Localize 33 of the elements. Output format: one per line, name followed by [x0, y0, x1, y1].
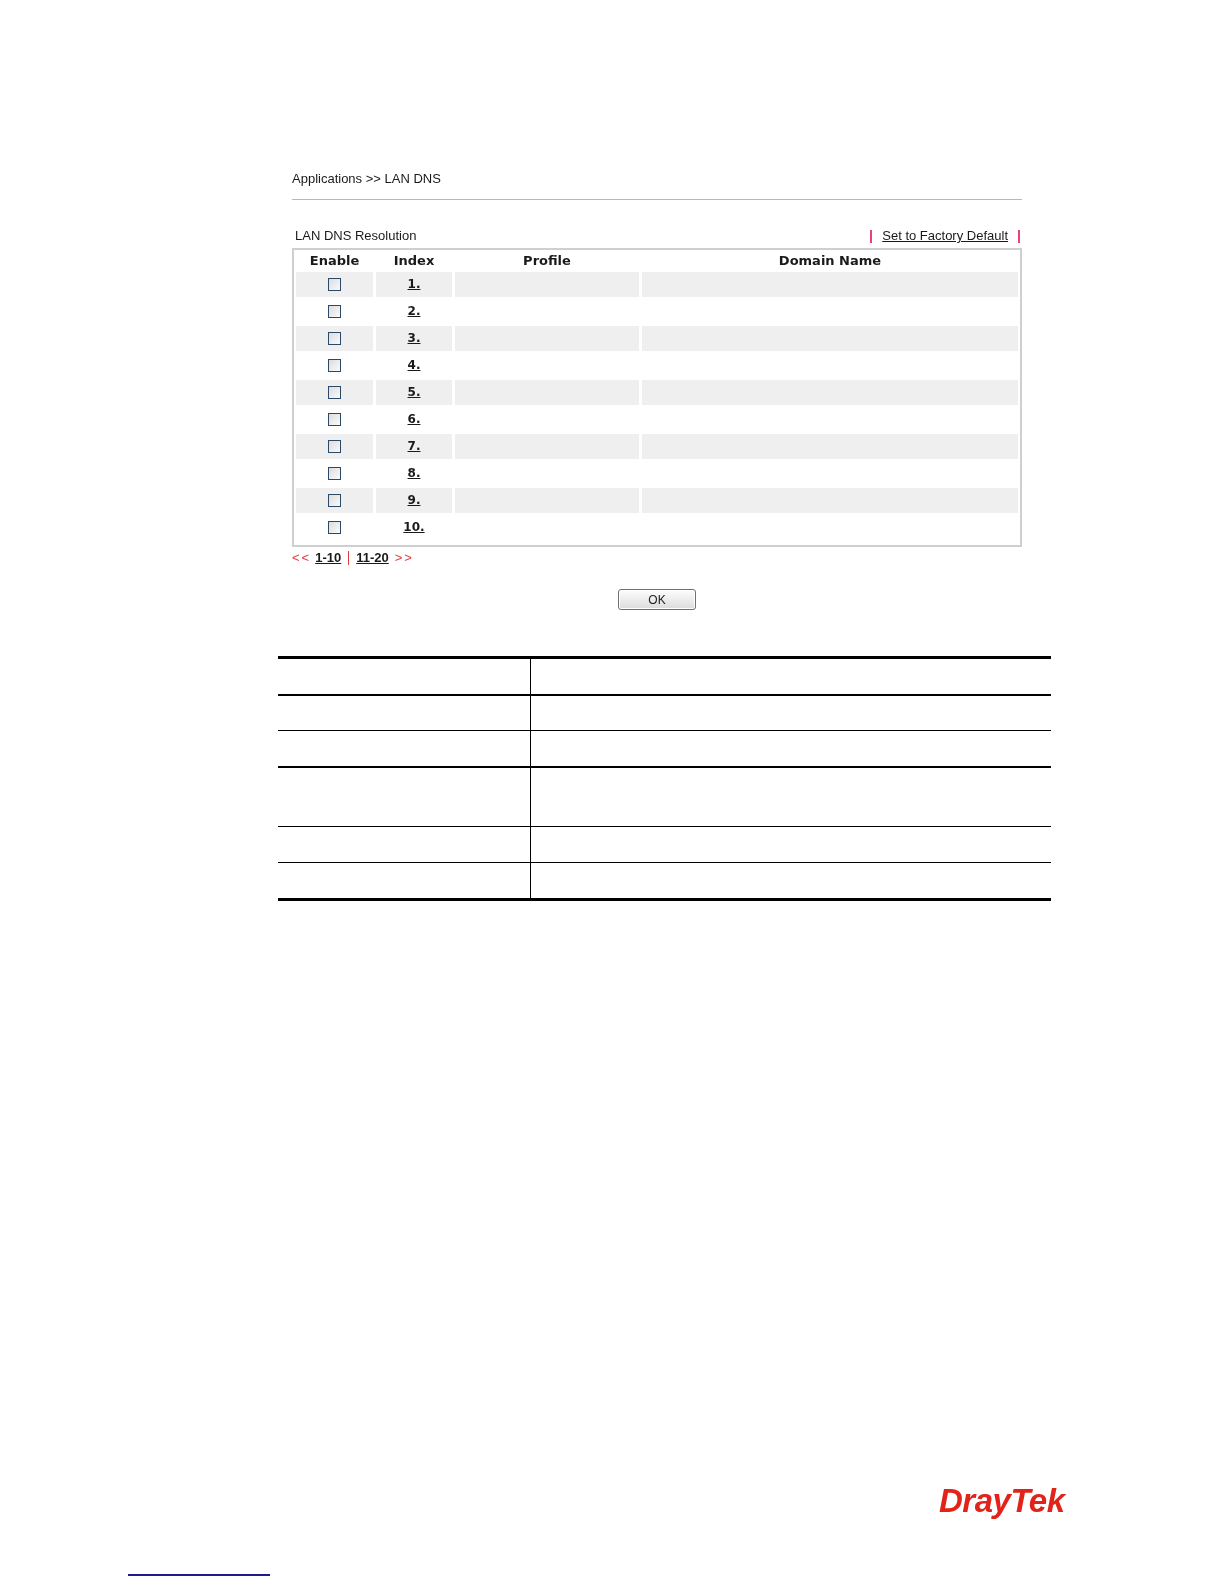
section-title: LAN DNS Resolution — [295, 228, 417, 244]
index-link[interactable]: 1. — [407, 277, 421, 292]
checkbox[interactable] — [328, 305, 341, 318]
breadcrumb: Applications >> LAN DNS — [292, 171, 441, 187]
brand-logo: DrayTek — [939, 1483, 1065, 1519]
page-range-link[interactable]: 11-20 — [356, 550, 389, 566]
index-link[interactable]: 4. — [407, 358, 421, 373]
index-link[interactable]: 2. — [407, 304, 421, 319]
index-link[interactable]: 7. — [407, 439, 421, 454]
index-link[interactable]: 6. — [407, 412, 421, 427]
checkbox[interactable] — [328, 332, 341, 345]
page-range-link[interactable]: 1-10 — [315, 550, 342, 566]
index-link[interactable]: 3. — [407, 331, 421, 346]
checkbox[interactable] — [328, 413, 341, 426]
column-header: Index — [393, 253, 435, 269]
checkbox[interactable] — [328, 467, 341, 480]
checkbox[interactable] — [328, 386, 341, 399]
ok-button[interactable]: OK — [618, 589, 696, 610]
index-link[interactable]: 5. — [407, 385, 421, 400]
checkbox[interactable] — [328, 278, 341, 291]
index-link[interactable]: 10. — [403, 520, 425, 535]
checkbox[interactable] — [328, 494, 341, 507]
checkbox[interactable] — [328, 440, 341, 453]
index-link[interactable]: 8. — [407, 466, 421, 481]
factory-default-link[interactable]: Set to Factory Default — [882, 228, 1008, 244]
checkbox[interactable] — [328, 521, 341, 534]
checkbox[interactable] — [328, 359, 341, 372]
column-header: Domain Name — [778, 253, 882, 269]
column-header: Enable — [309, 253, 360, 269]
previous-page-link[interactable]: << — [292, 550, 312, 566]
column-header: Profile — [523, 253, 571, 269]
next-page-link[interactable]: >> — [394, 550, 414, 566]
index-link[interactable]: 9. — [407, 493, 421, 508]
